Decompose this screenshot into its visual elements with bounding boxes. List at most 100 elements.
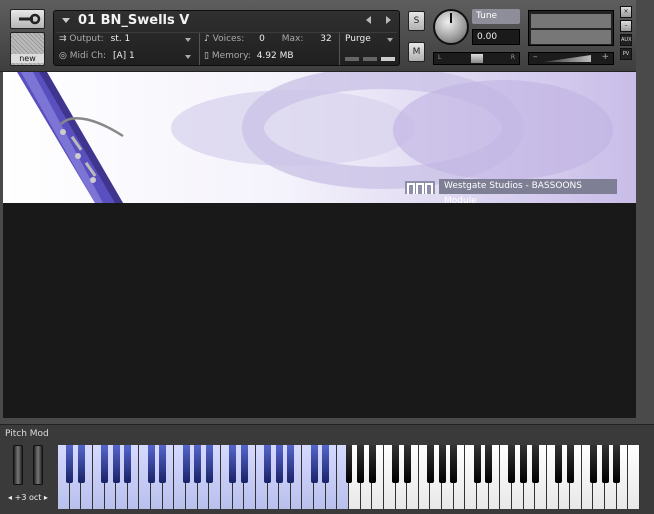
output-label: Output:: [69, 34, 104, 44]
instrument-banner: Westgate Studios - BASSOONS Module: [3, 72, 636, 203]
pitch-wheel[interactable]: [13, 445, 23, 485]
voices-row: ♪ Voices: 0 Max: 32: [204, 34, 332, 44]
black-key[interactable]: [473, 445, 481, 483]
dropdown-arrow-icon[interactable]: [62, 18, 70, 23]
wrench-icon: [19, 13, 41, 25]
purge-meter: [381, 57, 395, 61]
mod-wheel[interactable]: [33, 445, 43, 485]
memory-icon: ▯: [204, 51, 212, 61]
divider: [339, 33, 340, 65]
purge-label: Purge: [345, 34, 371, 44]
black-key[interactable]: [566, 445, 574, 483]
black-key[interactable]: [194, 445, 202, 483]
black-key[interactable]: [403, 445, 411, 483]
divider: [56, 32, 397, 33]
black-key[interactable]: [345, 445, 353, 483]
purge-meter: [345, 57, 359, 61]
kontakt-instrument-window: new 01 BN_Swells V ⇉ Output: st. 1 ◎ Mid…: [0, 0, 654, 514]
black-key[interactable]: [112, 445, 120, 483]
black-key[interactable]: [240, 445, 248, 483]
instrument-info-panel: 01 BN_Swells V ⇉ Output: st. 1 ◎ Midi Ch…: [53, 10, 400, 66]
close-button[interactable]: ×: [620, 6, 632, 18]
black-key[interactable]: [264, 445, 271, 483]
tune-knob[interactable]: [433, 9, 469, 45]
output-row[interactable]: ⇉ Output: st. 1: [59, 34, 130, 44]
mute-button[interactable]: M: [408, 42, 425, 62]
pan-thumb[interactable]: [471, 54, 483, 63]
black-key[interactable]: [101, 445, 109, 483]
voices-icon: ♪: [204, 34, 213, 44]
westgate-logo-icon: [405, 181, 435, 194]
black-key[interactable]: [531, 445, 539, 483]
pitch-mod-label: Pitch Mod: [5, 429, 49, 439]
instrument-header: new 01 BN_Swells V ⇉ Output: st. 1 ◎ Mid…: [0, 0, 654, 72]
pan-slider[interactable]: L R: [433, 52, 520, 65]
voices-label: Voices:: [212, 34, 245, 44]
keyboard-section: Pitch Mod ◂ +3 oct ▸: [0, 424, 654, 514]
black-key[interactable]: [438, 445, 446, 483]
midi-icon: ◎: [59, 51, 70, 61]
octave-up-icon[interactable]: ▸: [44, 493, 48, 502]
tune-value[interactable]: 0.00: [472, 29, 520, 45]
black-key[interactable]: [147, 445, 155, 483]
pv-button[interactable]: PV: [620, 48, 632, 60]
black-key[interactable]: [613, 445, 621, 483]
octave-down-icon[interactable]: ◂: [8, 493, 12, 502]
piano-keyboard[interactable]: [58, 445, 640, 509]
midi-dropdown-icon[interactable]: [185, 55, 191, 59]
pan-right-label: R: [510, 54, 515, 61]
black-key[interactable]: [485, 445, 493, 483]
logo-text: Westgate Studios - BASSOONS Module: [439, 179, 617, 203]
black-key[interactable]: [520, 445, 528, 483]
memory-label: Memory:: [211, 51, 251, 61]
aux-button[interactable]: AUX: [620, 34, 632, 46]
purge-menu[interactable]: Purge: [345, 34, 371, 44]
memory-value: 4.92 MB: [256, 51, 294, 61]
black-key[interactable]: [322, 445, 330, 483]
black-key[interactable]: [589, 445, 597, 483]
instrument-name[interactable]: 01 BN_Swells V: [78, 13, 189, 28]
memory-row: ▯ Memory: 4.92 MB: [204, 51, 294, 61]
black-key[interactable]: [450, 445, 458, 483]
purge-dropdown-icon[interactable]: [387, 38, 393, 42]
max-voices-value[interactable]: 32: [320, 34, 331, 44]
black-key[interactable]: [426, 445, 434, 483]
previous-instrument-icon[interactable]: [366, 16, 371, 24]
black-key[interactable]: [368, 445, 376, 483]
voices-value: 0: [259, 34, 265, 44]
black-key[interactable]: [310, 445, 318, 483]
black-key[interactable]: [392, 445, 400, 483]
wrench-button[interactable]: [10, 9, 45, 29]
black-key[interactable]: [124, 445, 132, 483]
solo-button[interactable]: S: [408, 11, 425, 31]
tune-label: Tune: [472, 9, 520, 24]
midi-value: [A] 1: [112, 51, 135, 61]
midi-row[interactable]: ◎ Midi Ch: [A] 1: [59, 51, 135, 61]
midi-label: Midi Ch:: [69, 51, 107, 61]
level-meter: [528, 10, 614, 46]
black-key[interactable]: [287, 445, 295, 483]
new-button[interactable]: new: [10, 32, 45, 66]
volume-slider[interactable]: – +: [528, 52, 614, 65]
black-key[interactable]: [508, 445, 516, 483]
minimize-button[interactable]: –: [620, 20, 632, 32]
black-key[interactable]: [555, 445, 562, 483]
new-label: new: [11, 54, 44, 63]
level-meter-left: [531, 14, 611, 28]
black-key[interactable]: [159, 445, 167, 483]
output-icon: ⇉: [59, 34, 70, 44]
black-key[interactable]: [275, 445, 283, 483]
volume-fill[interactable]: [543, 55, 591, 62]
black-key[interactable]: [182, 445, 190, 483]
black-key[interactable]: [229, 445, 237, 483]
octave-shift-control[interactable]: ◂ +3 oct ▸: [4, 491, 52, 504]
black-key[interactable]: [77, 445, 85, 483]
output-dropdown-icon[interactable]: [185, 38, 191, 42]
white-key[interactable]: [628, 445, 640, 509]
knob-indicator: [450, 13, 452, 23]
next-instrument-icon[interactable]: [386, 16, 391, 24]
black-key[interactable]: [66, 445, 74, 483]
black-key[interactable]: [357, 445, 365, 483]
black-key[interactable]: [205, 445, 213, 483]
black-key[interactable]: [601, 445, 609, 483]
